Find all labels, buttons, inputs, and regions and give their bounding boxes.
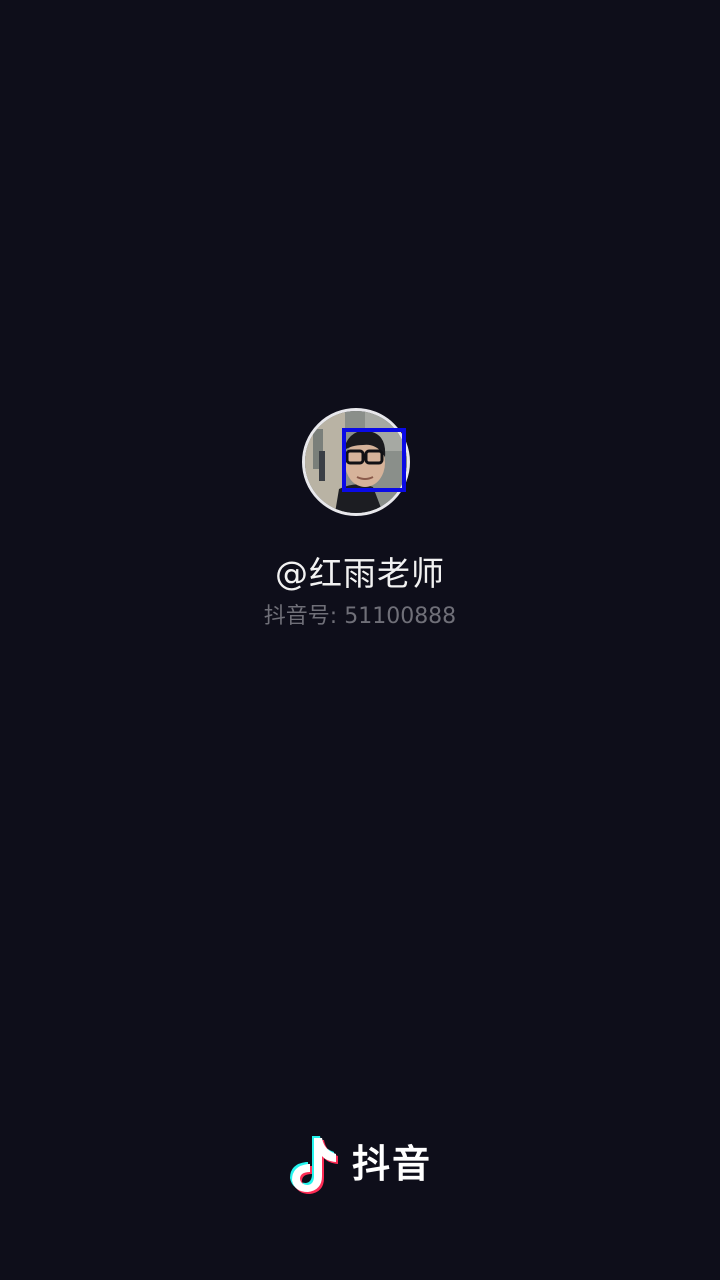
account-id: 抖音号: 51100888: [263, 604, 457, 629]
douyin-note-icon: [290, 1136, 338, 1194]
brand-name: 抖音: [352, 1142, 433, 1186]
end-card-screen: @红雨老师 抖音号: 51100888 抖音: [0, 0, 720, 1280]
face-detection-box: [342, 428, 406, 492]
username: @红雨老师: [275, 554, 445, 593]
brand-watermark: 抖音: [284, 1128, 432, 1200]
